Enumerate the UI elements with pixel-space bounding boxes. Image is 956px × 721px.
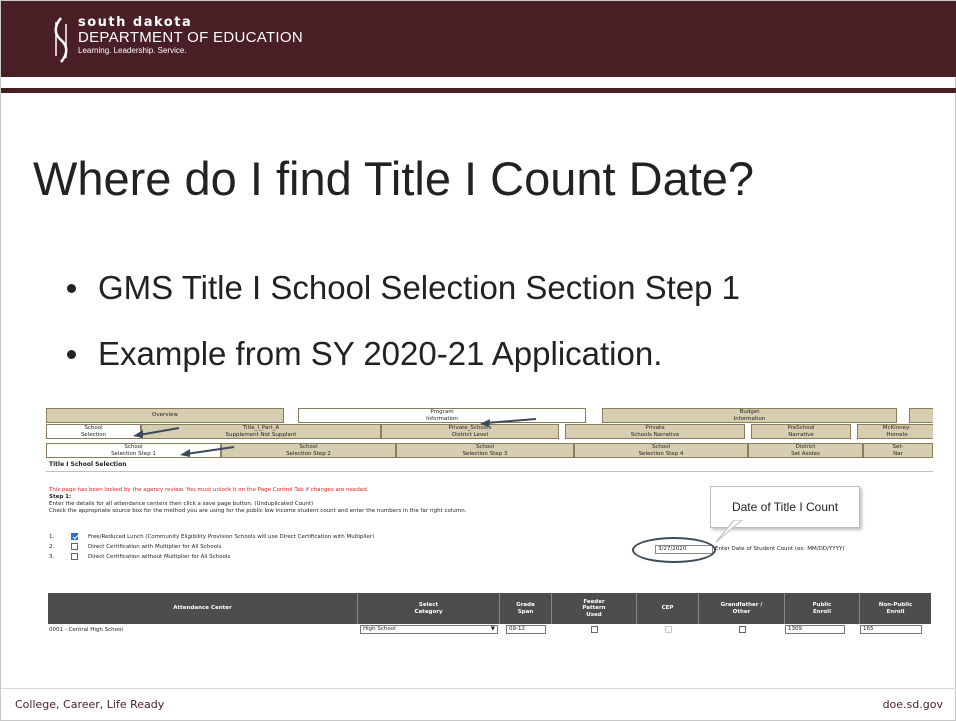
option-number: 3.	[49, 553, 55, 560]
bullet-item: GMS Title I School Selection Section Ste…	[67, 269, 740, 307]
footer-divider	[1, 688, 956, 689]
col-nonpublic-enroll: Non-Public Enroll	[878, 602, 913, 615]
option-number: 2.	[49, 543, 55, 550]
option-number: 1.	[49, 533, 55, 540]
cell-feeder-pattern	[552, 624, 637, 635]
footer-url[interactable]: doe.sd.gov	[883, 698, 943, 711]
logo-mark-icon	[54, 17, 68, 63]
callout-pointer-icon	[715, 520, 743, 543]
logo-line1: south dakota	[78, 15, 193, 30]
tab-label: School Selection Step 3	[462, 444, 508, 457]
logo-text: south dakota DEPARTMENT OF EDUCATION Lea…	[78, 16, 303, 55]
count-date-hint: Enter Date of Student Count (ex: MM/DD/Y…	[715, 546, 845, 552]
slide: south dakota DEPARTMENT OF EDUCATION Lea…	[0, 0, 956, 721]
tab-overview[interactable]: Overview	[46, 408, 284, 423]
option-label: Free/Reduced Lunch (Community Eligibilit…	[88, 533, 375, 540]
tab-label: Private Schools Narrative	[630, 425, 680, 438]
tab-budget-information[interactable]: Budget Information	[602, 408, 897, 423]
tab-label: School Selection Step 4	[638, 444, 684, 457]
gms-screenshot: Overview Program Information Budget Info…	[46, 403, 933, 641]
bullet-text: Example from SY 2020-21 Application.	[98, 335, 663, 372]
logo-tagline: Learning. Leadership. Service.	[78, 46, 187, 55]
option-direct-cert-no-multiplier: 3. Direct Certification without Multipli…	[49, 553, 230, 560]
nonpublic-enroll-input[interactable]: 165	[860, 625, 922, 634]
sd-doe-logo: south dakota DEPARTMENT OF EDUCATION Lea…	[50, 16, 303, 66]
title-divider	[1, 88, 956, 93]
header-band: south dakota DEPARTMENT OF EDUCATION Lea…	[1, 1, 956, 77]
option-checkbox[interactable]	[71, 533, 78, 540]
tab-private-schools-narrative[interactable]: Private Schools Narrative	[565, 424, 745, 439]
col-feeder-pattern: Feeder Pattern Used	[552, 593, 637, 624]
instruction-line-2: Check the appropriate source box for the…	[49, 508, 467, 514]
tab-program-information[interactable]: Program Information	[298, 408, 586, 423]
tab-label: School Selection Step 2	[286, 444, 331, 457]
tab-selection-step-2[interactable]: School Selection Step 2	[221, 443, 396, 458]
option-checkbox[interactable]	[71, 543, 78, 550]
option-direct-cert-multiplier: 2. Direct Certification with Multiplier …	[49, 543, 221, 550]
col-public-enroll: Public Enroll	[785, 593, 860, 624]
tab-set-narrative[interactable]: Set- Nar	[863, 443, 933, 458]
tab-label: School Selection	[80, 425, 107, 438]
highlight-oval	[632, 537, 716, 563]
option-free-reduced-lunch: 1. Free/Reduced Lunch (Community Eligibi…	[49, 533, 374, 540]
chevron-down-icon: ▼	[490, 626, 495, 632]
bullet-text: GMS Title I School Selection Section Ste…	[98, 269, 741, 306]
tab-label: Set- Nar	[892, 444, 904, 457]
attendance-grid: Attendance Center Select Category Grade …	[48, 593, 931, 635]
col-select-category: Select Category	[358, 593, 500, 624]
category-value: High School	[363, 626, 396, 632]
option-label: Direct Certification with Multiplier for…	[88, 543, 222, 550]
step-label: Step 1:	[49, 494, 72, 500]
grade-span-input[interactable]: 09-12	[506, 625, 546, 634]
category-select[interactable]: High School ▼	[360, 625, 498, 634]
public-enroll-input[interactable]: 1309	[785, 625, 845, 634]
logo-line2: DEPARTMENT OF EDUCATION	[78, 29, 303, 46]
cell-grade-span: 09-12	[500, 624, 552, 635]
col-cep: CEP	[637, 593, 699, 624]
tab-school-selection[interactable]: School Selection	[46, 424, 141, 439]
grandfather-checkbox[interactable]	[738, 626, 746, 633]
cep-checkbox[interactable]	[664, 626, 672, 633]
tab-label: McKinney- Homele	[882, 425, 912, 438]
locked-notice: This page has been locked by the agency …	[49, 487, 369, 493]
slide-title: Where do I find Title I Count Date?	[33, 152, 755, 205]
feeder-pattern-checkbox[interactable]	[591, 626, 598, 633]
arrow-school-selection-icon	[133, 427, 180, 438]
instruction-line-1: Enter the details for all attendance cen…	[49, 501, 314, 507]
col-grade-span: Grade Span	[500, 593, 552, 624]
table-row: 0001 - Central High School High School ▼…	[48, 624, 931, 635]
cell-category: High School ▼	[358, 624, 500, 635]
bullet-list: GMS Title I School Selection Section Ste…	[67, 269, 740, 401]
tab-selection-step-4[interactable]: School Selection Step 4	[574, 443, 748, 458]
option-checkbox[interactable]	[71, 553, 78, 560]
grid-header-row: Attendance Center Select Category Grade …	[48, 593, 931, 624]
cell-cep	[637, 624, 699, 635]
tab-more[interactable]	[909, 408, 933, 423]
col-attendance-center: Attendance Center	[48, 593, 358, 624]
tab-district-set-asides[interactable]: District Set Asides	[748, 443, 863, 458]
tab-selection-step-3[interactable]: School Selection Step 3	[396, 443, 574, 458]
section-title: Title I School Selection	[49, 461, 127, 468]
arrow-program-info-icon	[480, 418, 537, 427]
cell-grandfather-other	[699, 624, 785, 635]
section-divider	[46, 471, 933, 472]
tab-label: Budget Information	[733, 409, 766, 422]
cell-public-enroll: 1309	[785, 624, 860, 635]
option-label: Direct Certification without Multiplier …	[88, 553, 231, 560]
tab-preschool-narrative[interactable]: PreSchool Narrative	[751, 424, 851, 439]
cell-nonpublic-enroll: 165	[860, 624, 931, 635]
bullet-item: Example from SY 2020-21 Application.	[67, 335, 740, 373]
cell-attendance-center: 0001 - Central High School	[49, 626, 123, 633]
tab-label: Program Information	[426, 409, 458, 422]
callout-text: Date of Title I Count	[731, 500, 839, 514]
tab-mckinney-homeless[interactable]: McKinney- Homele	[857, 424, 933, 439]
bullet-dot-icon	[67, 283, 76, 293]
tab-label: PreSchool Narrative	[787, 425, 815, 438]
col-grandfather-other: Grandfather / Other	[699, 593, 785, 624]
bullet-dot-icon	[67, 349, 76, 359]
arrow-step-1-icon	[180, 446, 235, 457]
tab-label: District Set Asides	[791, 444, 820, 457]
footer-tagline: College, Career, Life Ready	[15, 698, 165, 711]
